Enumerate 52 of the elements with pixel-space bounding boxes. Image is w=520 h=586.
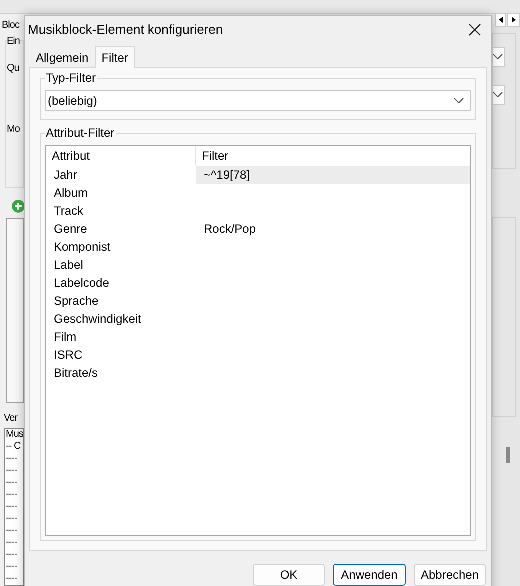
dropdown[interactable] bbox=[493, 85, 505, 105]
list-line: ---- bbox=[6, 501, 18, 514]
field-label: Mo bbox=[7, 122, 20, 137]
list-line: ---- bbox=[6, 513, 18, 526]
filter-cell[interactable]: Rock/Pop bbox=[196, 220, 470, 238]
attribute-cell[interactable]: Genre bbox=[46, 220, 196, 238]
list-line: ---- bbox=[6, 489, 18, 502]
list-line: Mus bbox=[6, 429, 24, 442]
add-icon[interactable] bbox=[12, 200, 25, 213]
attribute-cell[interactable]: Album bbox=[46, 184, 196, 202]
column-header[interactable]: Attribut bbox=[46, 146, 196, 166]
group-label: Attribut-Filter bbox=[45, 126, 116, 140]
left-arrow-icon bbox=[498, 17, 502, 23]
type-dropdown[interactable]: (beliebig) bbox=[45, 90, 471, 111]
attribute-cell[interactable]: Sprache bbox=[46, 292, 196, 310]
filter-cell[interactable]: ~^19[78] bbox=[196, 166, 470, 184]
column-header[interactable]: Filter bbox=[196, 146, 470, 166]
list-line: ---- bbox=[6, 453, 18, 466]
tab-label[interactable]: Bloc bbox=[0, 14, 24, 34]
dialog-button[interactable]: Abbrechen bbox=[414, 564, 486, 586]
close-icon[interactable] bbox=[469, 24, 481, 36]
chevron-icon bbox=[493, 92, 503, 98]
scroll-right-button[interactable] bbox=[507, 13, 520, 27]
attribute-cell[interactable]: Film bbox=[46, 328, 196, 346]
list-line: ---- bbox=[6, 465, 18, 478]
attribute-cell[interactable]: Labelcode bbox=[46, 274, 196, 292]
list-line: ---- bbox=[6, 477, 18, 490]
field-label: Qu bbox=[7, 62, 20, 76]
attribute-cell[interactable]: Geschwindigkeit bbox=[46, 310, 196, 328]
attribute-cell[interactable]: Track bbox=[46, 202, 196, 220]
group-label: Typ-Filter bbox=[45, 71, 98, 85]
list-line: ---- bbox=[6, 573, 18, 586]
right-arrow-icon bbox=[512, 17, 516, 23]
attribute-cell[interactable]: Komponist bbox=[46, 238, 196, 256]
dialog-button[interactable]: OK bbox=[253, 564, 325, 586]
list-line: ---- bbox=[6, 561, 18, 574]
attribute-cell[interactable]: Label bbox=[46, 256, 196, 274]
scroll-left-button[interactable] bbox=[495, 13, 506, 27]
chevron-icon bbox=[493, 54, 503, 60]
dropdown[interactable] bbox=[493, 47, 505, 67]
chevron-icon bbox=[454, 98, 464, 104]
dialog-button[interactable]: Anwenden bbox=[333, 564, 406, 586]
list-line: ---- bbox=[6, 537, 18, 550]
list-line: -- C bbox=[6, 441, 21, 454]
section-label: Ver bbox=[3, 412, 19, 426]
window-title: Musikblock-Element konfigurieren bbox=[28, 20, 224, 39]
attribute-cell[interactable]: Jahr bbox=[46, 166, 196, 184]
list-line: ---- bbox=[6, 549, 18, 562]
attribute-cell[interactable]: Bitrate/s bbox=[46, 364, 196, 382]
tab[interactable]: Filter bbox=[94, 46, 136, 68]
attribute-cell[interactable]: ISRC bbox=[46, 346, 196, 364]
list-line: ---- bbox=[6, 525, 18, 538]
